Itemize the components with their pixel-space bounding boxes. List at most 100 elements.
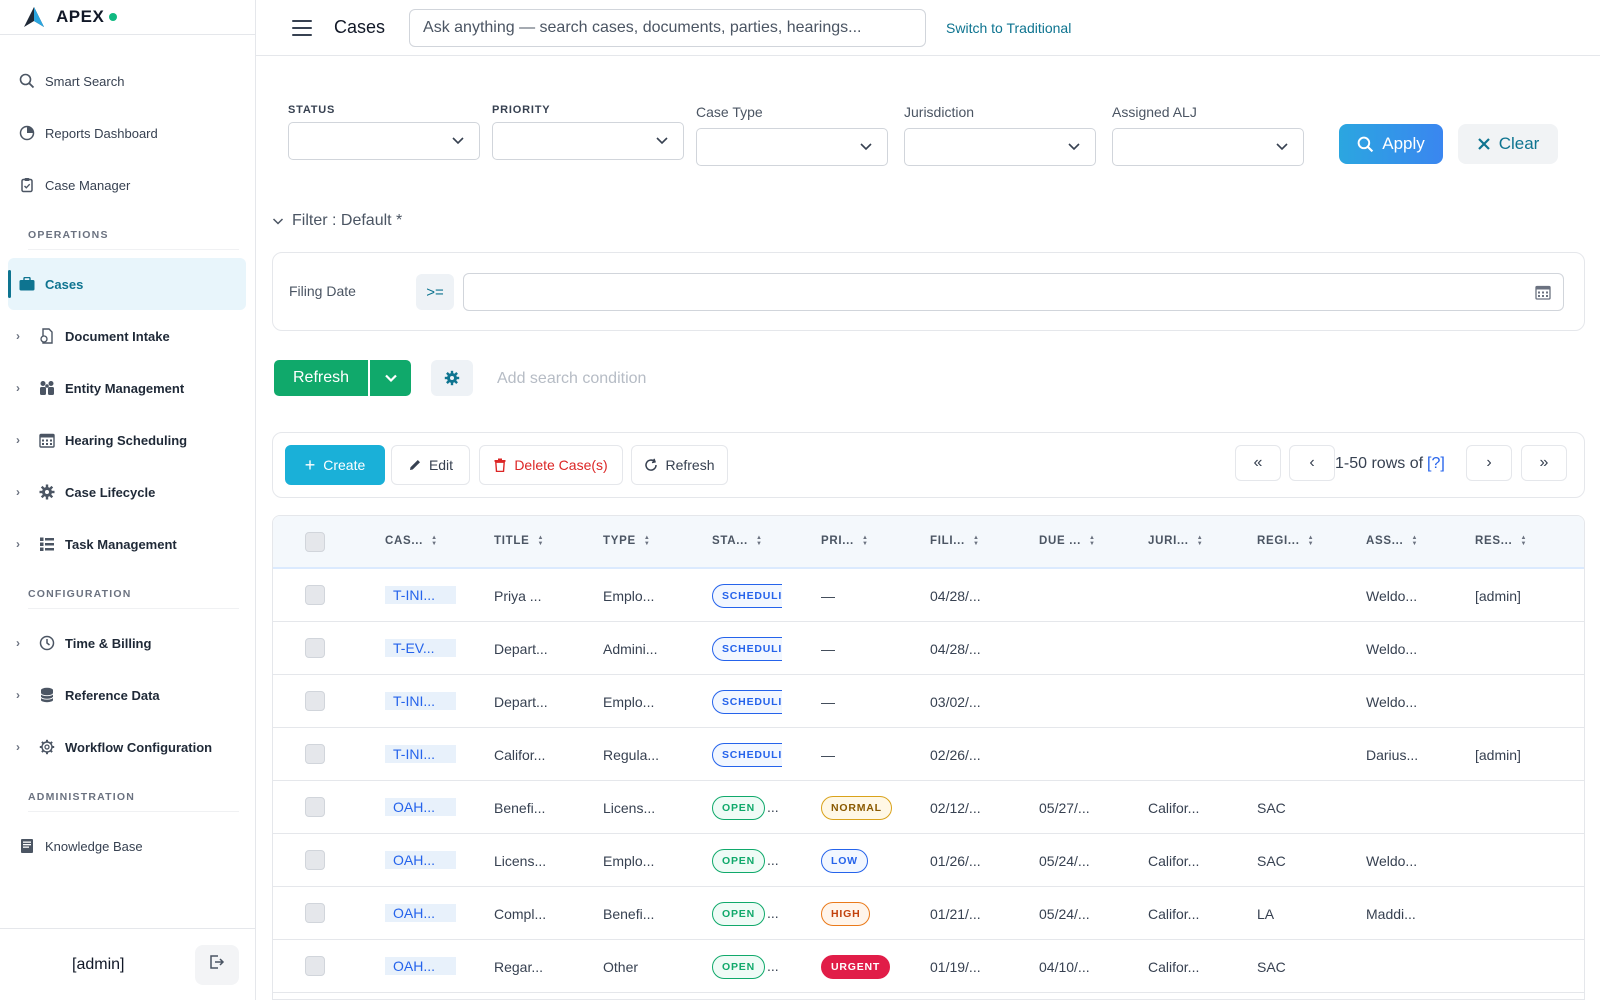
- column-header-label: JURI...: [1148, 535, 1189, 547]
- sidebar-item-knowledge-base[interactable]: Knowledge Base: [0, 820, 255, 872]
- sidebar-group-time-billing[interactable]: › Time & Billing: [0, 617, 255, 669]
- case-number-link[interactable]: OAH...: [385, 904, 456, 922]
- next-page-button[interactable]: ›: [1466, 445, 1512, 481]
- status-select[interactable]: [288, 122, 480, 160]
- chevron-down-icon: [384, 371, 398, 385]
- refresh-dropdown-button[interactable]: [369, 360, 411, 396]
- refresh-button[interactable]: Refresh: [274, 360, 368, 396]
- logout-button[interactable]: [195, 944, 239, 985]
- sidebar-item-label: Task Management: [65, 536, 177, 552]
- case-number-link[interactable]: OAH...: [385, 798, 456, 816]
- sidebar-item-cases[interactable]: Cases: [8, 258, 246, 310]
- clear-button[interactable]: Clear: [1458, 124, 1558, 164]
- ask-search-input[interactable]: [409, 8, 927, 47]
- row-checkbox[interactable]: [305, 638, 325, 658]
- settings-button[interactable]: [431, 360, 473, 396]
- sidebar-group-case-lifecycle[interactable]: › Case Lifecycle: [0, 466, 255, 518]
- chevron-down-icon: [451, 133, 465, 152]
- rows-total-link[interactable]: [?]: [1427, 455, 1445, 472]
- cases-table: CAS... ▲ ▼ TITLE ▲ ▼ TYPE ▲ ▼ STA... ▲ ▼ PRI... ▲ ▼ FIL…: [272, 515, 1585, 1000]
- chevron-right-icon: ›: [16, 537, 20, 551]
- column-header[interactable]: ASS... ▲ ▼: [1366, 535, 1418, 547]
- edit-button[interactable]: Edit: [391, 445, 470, 485]
- column-header[interactable]: REGI... ▲ ▼: [1257, 535, 1314, 547]
- row-checkbox[interactable]: [305, 956, 325, 976]
- table-row[interactable]: OAH... Regar... Other OPEN... URGENT 01/19/..…: [273, 940, 1584, 993]
- case-number-link[interactable]: T-EV...: [385, 639, 456, 657]
- sidebar-group-task-management[interactable]: › Task Management: [0, 518, 255, 570]
- row-checkbox[interactable]: [305, 903, 325, 923]
- cell-due-date: 05/24/...: [1039, 906, 1090, 922]
- sidebar-item-reports-dashboard[interactable]: Reports Dashboard: [0, 107, 255, 159]
- sidebar-item-label: Case Manager: [45, 177, 131, 193]
- table-row[interactable]: T-INI... Califor... Regula... SCHEDULI — 02/2…: [273, 728, 1584, 781]
- cell-type: Other: [603, 959, 639, 975]
- row-checkbox[interactable]: [305, 744, 325, 764]
- case-number-link[interactable]: OAH...: [385, 851, 456, 869]
- column-header[interactable]: JURI... ▲ ▼: [1148, 535, 1203, 547]
- table-row[interactable]: T-EV... Depart... Admini... SCHEDULI — 04/28/…: [273, 622, 1584, 675]
- table-row[interactable]: OAH... Licens... Emplo... OPEN... LOW 01/26/.…: [273, 834, 1584, 887]
- calendar-icon[interactable]: [1535, 284, 1551, 305]
- status-overflow: ...: [767, 799, 779, 815]
- column-header[interactable]: PRI... ▲ ▼: [821, 535, 869, 547]
- table-row[interactable]: OAH... Compl... Benefi... OPEN... HIGH 01/21/…: [273, 887, 1584, 940]
- operator-button[interactable]: >=: [416, 274, 454, 310]
- assigned-alj-select[interactable]: [1112, 128, 1304, 166]
- priority-select[interactable]: [492, 122, 684, 160]
- sidebar-group-hearing-scheduling[interactable]: › Hearing Scheduling: [0, 414, 255, 466]
- sidebar-item-smart-search[interactable]: Smart Search: [0, 55, 255, 107]
- cell-filing-date: 01/19/...: [930, 959, 981, 975]
- column-header[interactable]: RES... ▲ ▼: [1475, 535, 1527, 547]
- cell-type: Emplo...: [603, 588, 655, 604]
- first-page-button[interactable]: «: [1235, 445, 1281, 481]
- cell-assigned: Darius...: [1366, 747, 1419, 763]
- column-header[interactable]: FILI... ▲ ▼: [930, 535, 980, 547]
- filing-date-input[interactable]: [463, 273, 1564, 311]
- switch-to-traditional-link[interactable]: Switch to Traditional: [946, 20, 1071, 36]
- table-row[interactable]: OAH... Benefi... Licens... OPEN... NORMAL 02/…: [273, 781, 1584, 834]
- cell-title: Depart...: [494, 641, 548, 657]
- column-header[interactable]: CAS... ▲ ▼: [385, 535, 438, 547]
- sidebar-group-reference-data[interactable]: › Reference Data: [0, 669, 255, 721]
- column-header[interactable]: TITLE ▲ ▼: [494, 535, 544, 547]
- case-number-link[interactable]: T-INI...: [385, 586, 456, 604]
- apply-button[interactable]: Apply: [1339, 124, 1443, 164]
- sidebar-group-entity-management[interactable]: › Entity Management: [0, 362, 255, 414]
- cell-filing-date: 02/26/...: [930, 747, 981, 763]
- sidebar-group-document-intake[interactable]: › Document Intake: [0, 310, 255, 362]
- table-row[interactable]: T-INI... Depart... Emplo... SCHEDULI — 03/02/…: [273, 675, 1584, 728]
- column-header[interactable]: STA... ▲ ▼: [712, 535, 763, 547]
- filter-bar: STATUS PRIORITY Case Type Jurisdiction A…: [288, 100, 1570, 170]
- row-checkbox[interactable]: [305, 797, 325, 817]
- column-header[interactable]: DUE ... ▲ ▼: [1039, 535, 1096, 547]
- table-row[interactable]: T-INI... Priya ... Emplo... SCHEDULI — 04/28/…: [273, 569, 1584, 622]
- select-all-checkbox[interactable]: [305, 532, 325, 552]
- delete-cases-button[interactable]: Delete Case(s): [479, 445, 623, 485]
- add-search-condition-input[interactable]: Add search condition: [497, 370, 646, 388]
- menu-toggle-button[interactable]: [292, 19, 312, 36]
- create-button[interactable]: + Create: [285, 445, 385, 485]
- cell-jurisdiction: Califor...: [1148, 800, 1200, 816]
- sidebar-item-case-manager[interactable]: Case Manager: [0, 159, 255, 211]
- prev-page-button[interactable]: ‹: [1289, 445, 1335, 481]
- row-checkbox[interactable]: [305, 691, 325, 711]
- row-checkbox[interactable]: [305, 850, 325, 870]
- brand[interactable]: APEX: [0, 0, 255, 35]
- case-number-link[interactable]: T-INI...: [385, 745, 456, 763]
- jurisdiction-select[interactable]: [904, 128, 1096, 166]
- sidebar-group-workflow-configuration[interactable]: › Workflow Configuration: [0, 721, 255, 773]
- status-badge: OPEN: [712, 955, 765, 979]
- cell-priority: —: [821, 694, 835, 710]
- priority-badge: LOW: [821, 849, 868, 873]
- case-type-select[interactable]: [696, 128, 888, 166]
- last-page-button[interactable]: »: [1521, 445, 1567, 481]
- filter-panel-toggle[interactable]: Filter : Default *: [272, 212, 402, 230]
- case-number-link[interactable]: OAH...: [385, 957, 456, 975]
- row-checkbox[interactable]: [305, 585, 325, 605]
- priority-badge: NORMAL: [821, 796, 892, 820]
- toolbar-refresh-button[interactable]: Refresh: [631, 445, 728, 485]
- cell-type: Emplo...: [603, 853, 655, 869]
- column-header[interactable]: TYPE ▲ ▼: [603, 535, 650, 547]
- case-number-link[interactable]: T-INI...: [385, 692, 456, 710]
